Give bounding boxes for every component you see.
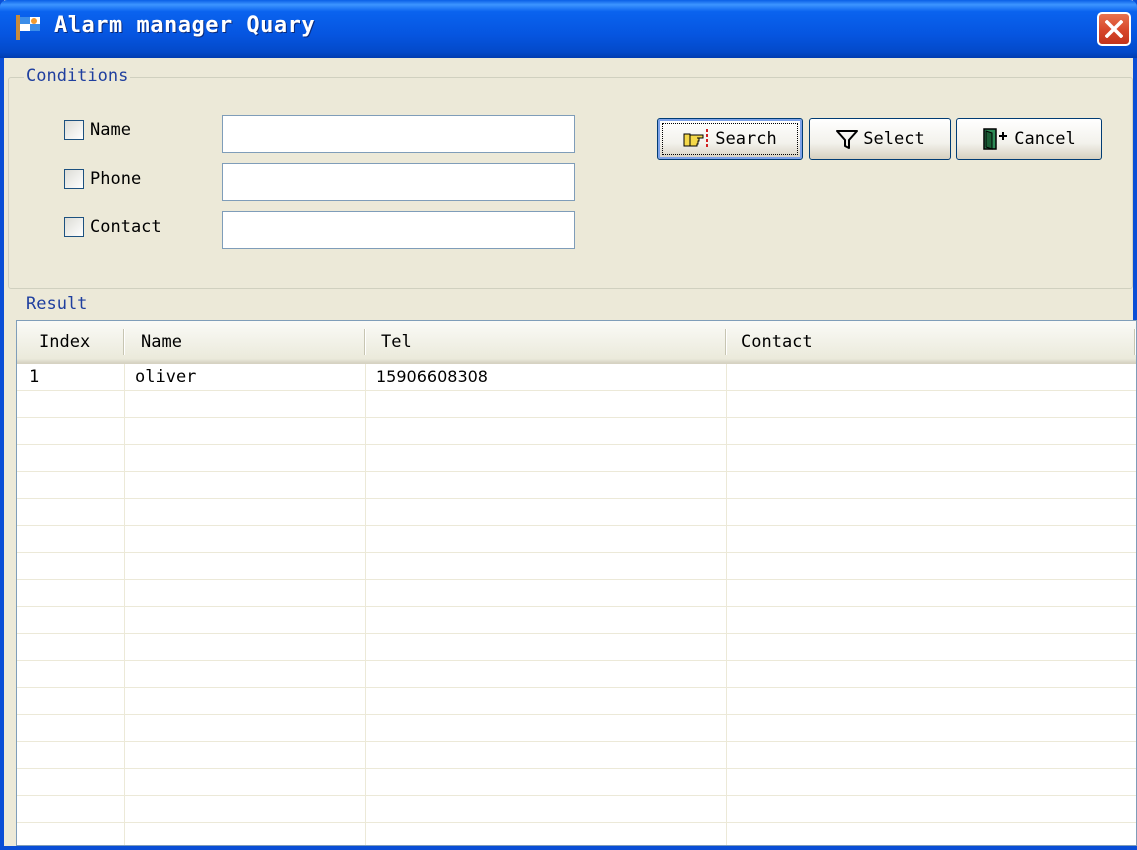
close-icon [1105, 20, 1123, 38]
empty-table-row[interactable] [17, 715, 1136, 742]
select-button[interactable]: Select [809, 118, 951, 160]
result-legend: Result [24, 294, 90, 314]
table-row[interactable]: 1 oliver 15906608308 [17, 364, 1136, 391]
phone-input[interactable] [222, 163, 575, 201]
empty-table-row[interactable] [17, 526, 1136, 553]
column-header-tel[interactable]: Tel [371, 321, 412, 363]
contact-checkbox-label: Contact [90, 217, 162, 237]
cancel-button-label: Cancel [1014, 129, 1076, 149]
name-checkbox[interactable] [64, 120, 84, 140]
empty-table-row[interactable] [17, 661, 1136, 688]
cell-contact [727, 364, 737, 390]
empty-table-row[interactable] [17, 499, 1136, 526]
alarm-manager-query-window: Alarm manager Quary Conditions Name Phon… [0, 0, 1137, 850]
cell-index: 1 [29, 367, 40, 387]
select-button-label: Select [863, 129, 925, 149]
empty-table-row[interactable] [17, 607, 1136, 634]
empty-table-row[interactable] [17, 634, 1136, 661]
cell-name: oliver [135, 367, 197, 387]
result-table[interactable]: Index Name Tel Contact 1 oliver 15906608… [16, 320, 1137, 846]
name-condition-row: Name [64, 120, 131, 140]
table-header: Index Name Tel Contact [17, 321, 1136, 364]
empty-table-row[interactable] [17, 580, 1136, 607]
column-header-contact[interactable]: Contact [731, 321, 813, 363]
empty-table-row[interactable] [17, 553, 1136, 580]
exit-door-icon [983, 128, 1008, 150]
contact-condition-row: Contact [64, 217, 162, 237]
empty-table-row[interactable] [17, 688, 1136, 715]
name-checkbox-label: Name [90, 120, 131, 140]
empty-table-row[interactable] [17, 445, 1136, 472]
title-bar[interactable]: Alarm manager Quary [0, 0, 1137, 58]
conditions-legend: Conditions [24, 66, 131, 86]
column-header-name[interactable]: Name [131, 321, 182, 363]
phone-condition-row: Phone [64, 169, 141, 189]
name-input[interactable] [222, 115, 575, 153]
window-title: Alarm manager Quary [54, 13, 316, 38]
close-button[interactable] [1097, 12, 1131, 46]
cancel-button[interactable]: Cancel [956, 118, 1102, 160]
empty-table-row[interactable] [17, 472, 1136, 499]
empty-table-row[interactable] [17, 742, 1136, 769]
phone-checkbox-label: Phone [90, 169, 142, 189]
contact-input[interactable] [222, 211, 575, 249]
empty-table-row[interactable] [17, 823, 1136, 845]
cell-tel: 15906608308 [376, 367, 488, 386]
phone-checkbox[interactable] [64, 169, 84, 189]
column-header-index[interactable]: Index [29, 321, 90, 363]
empty-table-row[interactable] [17, 418, 1136, 445]
app-flag-icon [16, 15, 40, 40]
table-body: 1 oliver 15906608308 [17, 364, 1136, 845]
search-button[interactable]: Search [657, 118, 803, 160]
empty-table-row[interactable] [17, 796, 1136, 823]
empty-table-row[interactable] [17, 391, 1136, 418]
funnel-icon [836, 130, 859, 149]
contact-checkbox[interactable] [64, 217, 84, 237]
empty-table-row[interactable] [17, 769, 1136, 796]
